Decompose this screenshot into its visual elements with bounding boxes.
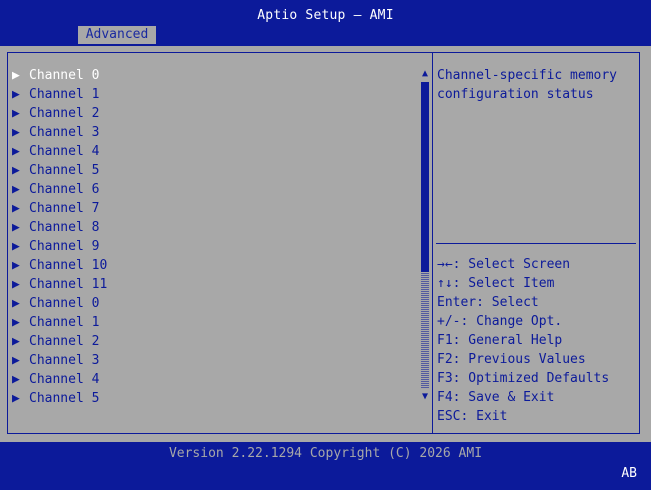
key-hint: +/-: Change Opt.: [437, 314, 563, 329]
submenu-arrow-icon: ▶: [12, 277, 20, 292]
submenu-arrow-icon: ▶: [12, 125, 20, 140]
channel-item[interactable]: ▶ Channel 10: [12, 256, 422, 275]
channel-label: Channel 8: [29, 220, 100, 235]
channel-list: ▶ Channel 0 ▶ Channel 1 ▶ Channel 2 ▶ Channe…: [12, 66, 422, 408]
help-line: configuration status: [437, 87, 594, 102]
submenu-arrow-icon: ▶: [12, 106, 20, 121]
app-title: Aptio Setup – AMI: [257, 8, 394, 23]
submenu-arrow-icon: ▶: [12, 239, 20, 254]
channel-label: Channel 11: [29, 277, 108, 292]
submenu-arrow-icon: ▶: [12, 201, 20, 216]
channel-label: Channel 1: [29, 315, 100, 330]
channel-item[interactable]: ▶ Channel 5: [12, 389, 422, 408]
submenu-arrow-icon: ▶: [12, 334, 20, 349]
scroll-down-icon[interactable]: ▼: [419, 391, 431, 403]
scrollbar-thumb[interactable]: [421, 82, 429, 272]
channel-label: Channel 4: [29, 144, 100, 159]
submenu-arrow-icon: ▶: [12, 87, 20, 102]
channel-label: Channel 0: [29, 68, 100, 83]
submenu-arrow-icon: ▶: [12, 258, 20, 273]
panel-divider: [432, 52, 433, 434]
submenu-arrow-icon: ▶: [12, 391, 20, 406]
setup-panel: ▶ Channel 0 ▶ Channel 1 ▶ Channel 2 ▶ Channe…: [0, 46, 651, 442]
key-hint: F4: Save & Exit: [437, 390, 555, 405]
submenu-arrow-icon: ▶: [12, 182, 20, 197]
key-legend: →←: Select Screen ↑↓: Select Item Enter:…: [437, 255, 637, 426]
channel-label: Channel 9: [29, 239, 100, 254]
channel-item[interactable]: ▶ Channel 0: [12, 294, 422, 313]
submenu-arrow-icon: ▶: [12, 163, 20, 178]
key-hint: ↑↓: Select Item: [437, 276, 555, 291]
channel-label: Channel 6: [29, 182, 100, 197]
channel-item[interactable]: ▶ Channel 4: [12, 370, 422, 389]
channel-item[interactable]: ▶ Channel 11: [12, 275, 422, 294]
channel-label: Channel 2: [29, 106, 100, 121]
channel-item[interactable]: ▶ Channel 4: [12, 142, 422, 161]
channel-item[interactable]: ▶ Channel 3: [12, 351, 422, 370]
help-text: Channel-specific memory configuration st…: [437, 66, 637, 104]
key-hint: F2: Previous Values: [437, 352, 586, 367]
version-text: Version 2.22.1294 Copyright (C) 2026 AMI: [168, 446, 483, 461]
key-hint: →←: Select Screen: [437, 257, 571, 272]
key-hint: F1: General Help: [437, 333, 563, 348]
channel-label: Channel 5: [29, 391, 100, 406]
channel-item[interactable]: ▶ Channel 5: [12, 161, 422, 180]
channel-label: Channel 1: [29, 87, 100, 102]
help-separator: [436, 243, 636, 244]
channel-item[interactable]: ▶ Channel 8: [12, 218, 422, 237]
channel-item[interactable]: ▶ Channel 0: [12, 66, 422, 85]
channel-item[interactable]: ▶ Channel 6: [12, 180, 422, 199]
channel-label: Channel 0: [29, 296, 100, 311]
channel-item[interactable]: ▶ Channel 2: [12, 104, 422, 123]
ab-badge: AB: [621, 466, 637, 481]
submenu-arrow-icon: ▶: [12, 68, 20, 83]
channel-item[interactable]: ▶ Channel 9: [12, 237, 422, 256]
channel-label: Channel 2: [29, 334, 100, 349]
channel-label: Channel 5: [29, 163, 100, 178]
key-hint: ESC: Exit: [437, 409, 508, 424]
channel-item[interactable]: ▶ Channel 1: [12, 313, 422, 332]
channel-label: Channel 7: [29, 201, 100, 216]
submenu-arrow-icon: ▶: [12, 372, 20, 387]
key-hint: F3: Optimized Defaults: [437, 371, 610, 386]
channel-item[interactable]: ▶ Channel 1: [12, 85, 422, 104]
submenu-arrow-icon: ▶: [12, 144, 20, 159]
channel-item[interactable]: ▶ Channel 2: [12, 332, 422, 351]
channel-label: Channel 10: [29, 258, 108, 273]
channel-label: Channel 3: [29, 353, 100, 368]
help-line: Channel-specific memory: [437, 68, 618, 83]
header-bar: Aptio Setup – AMI Advanced: [0, 0, 651, 46]
channel-item[interactable]: ▶ Channel 7: [12, 199, 422, 218]
channel-item[interactable]: ▶ Channel 3: [12, 123, 422, 142]
submenu-arrow-icon: ▶: [12, 315, 20, 330]
scroll-up-icon[interactable]: ▲: [419, 68, 431, 80]
submenu-arrow-icon: ▶: [12, 353, 20, 368]
footer-bar: Version 2.22.1294 Copyright (C) 2026 AMI…: [0, 442, 651, 490]
channel-label: Channel 4: [29, 372, 100, 387]
key-hint: Enter: Select: [437, 295, 539, 310]
tab-advanced[interactable]: Advanced: [78, 26, 156, 44]
channel-label: Channel 3: [29, 125, 100, 140]
submenu-arrow-icon: ▶: [12, 296, 20, 311]
submenu-arrow-icon: ▶: [12, 220, 20, 235]
